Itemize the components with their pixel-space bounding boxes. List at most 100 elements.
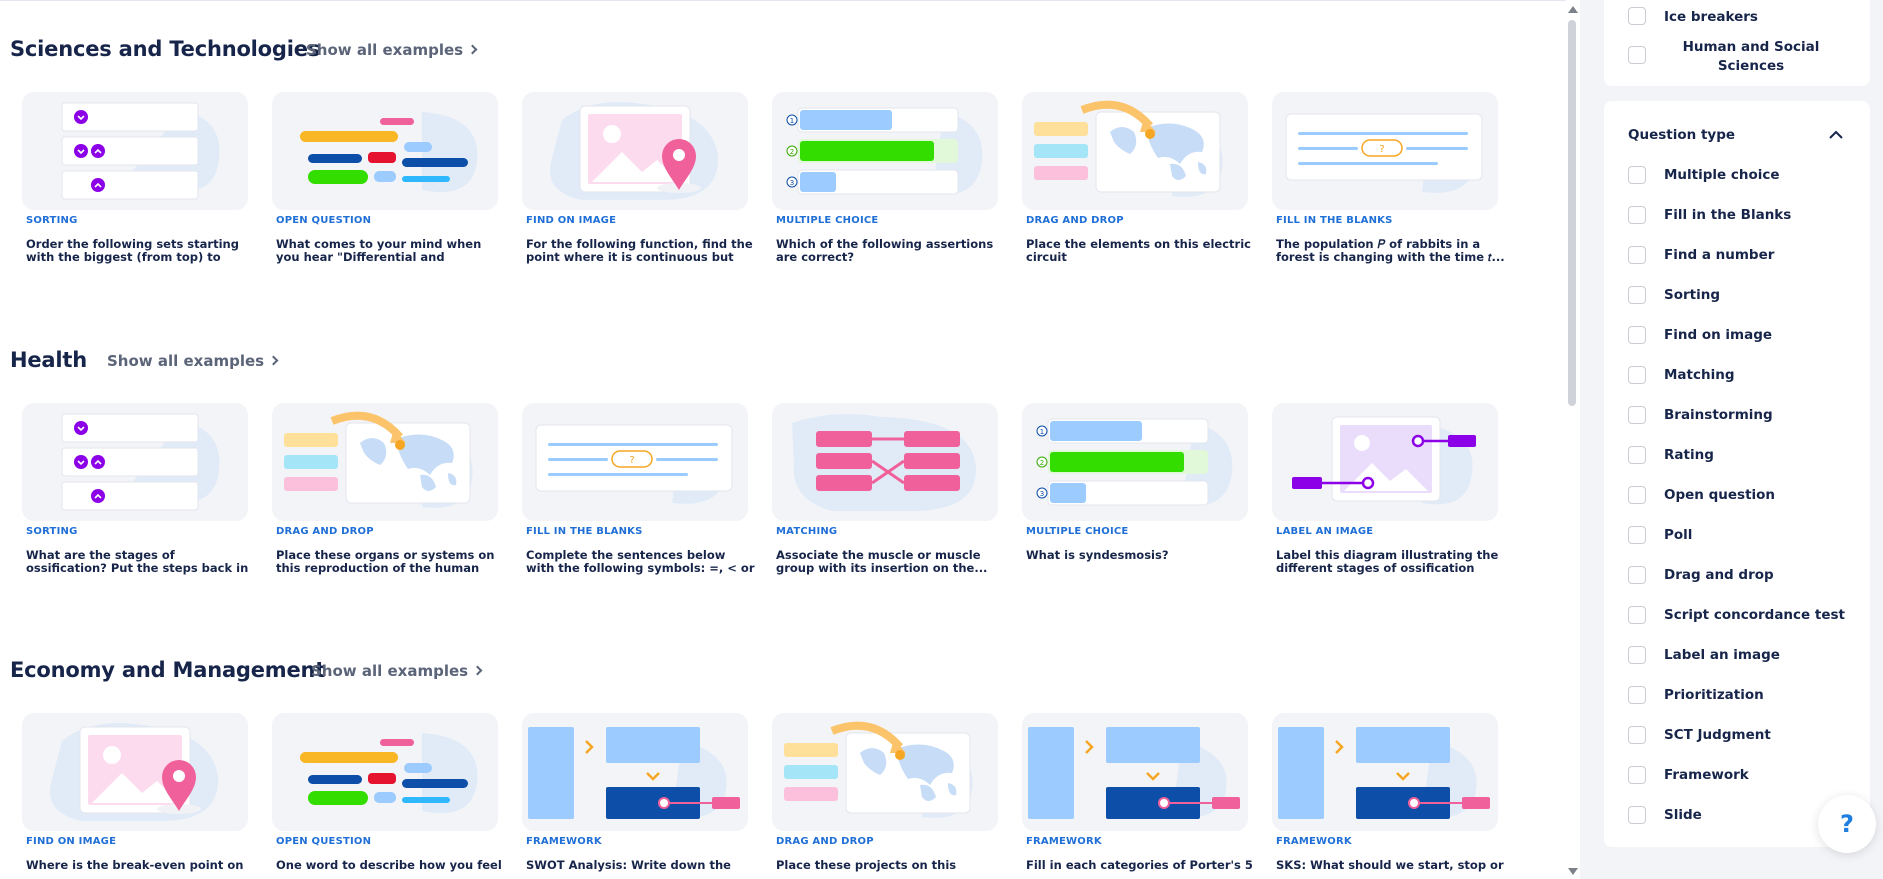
svg-text:?: ?: [629, 455, 634, 466]
checkbox[interactable]: [1628, 46, 1646, 64]
filter-label: Find on image: [1664, 327, 1773, 343]
checkbox[interactable]: [1628, 366, 1646, 384]
question-type-label: SORTING: [26, 215, 78, 226]
filter-option-sct-judgment[interactable]: SCT Judgment: [1604, 721, 1870, 749]
filter-option-multiple-choice[interactable]: Multiple choice: [1604, 161, 1870, 189]
checkbox[interactable]: [1628, 286, 1646, 304]
open-question-icon: [272, 713, 498, 831]
question-type-label: FILL IN THE BLANKS: [1276, 215, 1393, 226]
section-title: Health: [10, 348, 87, 372]
matching-icon: [772, 403, 998, 521]
chevron-right-icon: [268, 355, 279, 366]
svg-text:3: 3: [790, 179, 794, 187]
example-description: Order the following sets starting with t…: [26, 238, 239, 264]
checkbox[interactable]: [1628, 206, 1646, 224]
show-all-examples-link[interactable]: Show all examples: [311, 662, 483, 680]
example-card[interactable]: FIND ON IMAGE Where is the break-even poi…: [22, 713, 248, 879]
example-card[interactable]: OPEN QUESTION One word to describe how yo…: [272, 713, 502, 879]
checkbox[interactable]: [1628, 326, 1646, 344]
checkbox[interactable]: [1628, 766, 1646, 784]
checkbox[interactable]: [1628, 606, 1646, 624]
multiple-choice-icon: 1 2 3: [1022, 403, 1248, 521]
example-card[interactable]: LABEL AN IMAGE Label this diagram illustr…: [1272, 403, 1498, 583]
chevron-up-icon[interactable]: [1828, 127, 1844, 141]
example-card[interactable]: FIND ON IMAGE For the following function,…: [522, 92, 753, 272]
question-type-label: DRAG AND DROP: [776, 836, 874, 847]
example-description: What is syndesmosis?: [1026, 549, 1169, 562]
checkbox[interactable]: [1628, 566, 1646, 584]
example-description: SWOT Analysis: Write down the: [526, 859, 731, 872]
filter-topic-human-social-sciences[interactable]: Human and Social Sciences: [1604, 36, 1870, 76]
scrollbar-thumb[interactable]: [1568, 20, 1576, 406]
filter-label: Drag and drop: [1664, 567, 1774, 583]
filter-label: Framework: [1664, 767, 1749, 783]
filter-option-script-concordance-test[interactable]: Script concordance test: [1604, 601, 1870, 629]
filter-option-fill-in-the-blanks[interactable]: Fill in the Blanks: [1604, 201, 1870, 229]
filter-option-prioritization[interactable]: Prioritization: [1604, 681, 1870, 709]
filter-sidebar: Ice breakers Human and Social Sciences Q…: [1580, 0, 1883, 879]
filter-label: Matching: [1664, 367, 1735, 383]
example-card[interactable]: ? FILL IN THE BLANKS Complete the sentence…: [522, 403, 754, 583]
scroll-up-arrow[interactable]: [1568, 6, 1578, 13]
checkbox[interactable]: [1628, 7, 1646, 25]
example-card[interactable]: SORTING Order the following sets starting…: [22, 92, 248, 272]
filter-option-brainstorming[interactable]: Brainstorming: [1604, 401, 1870, 429]
example-card[interactable]: ? FILL IN THE BLANKS The population 𝑃 of r…: [1272, 92, 1505, 272]
example-card[interactable]: DRAG AND DROP Place these organs or syste…: [272, 403, 498, 583]
checkbox[interactable]: [1628, 646, 1646, 664]
open-question-icon: [272, 92, 498, 210]
question-type-label: SORTING: [26, 526, 78, 537]
show-all-examples-link[interactable]: Show all examples: [107, 352, 279, 370]
checkbox[interactable]: [1628, 526, 1646, 544]
example-card[interactable]: DRAG AND DROP Place the elements on this …: [1022, 92, 1251, 272]
example-card[interactable]: 1 2 3 MULTIPLE CHOICE Which of the following…: [772, 92, 998, 272]
multiple-choice-icon: 1 2 3: [772, 92, 998, 210]
svg-text:2: 2: [790, 148, 794, 156]
filter-label: SCT Judgment: [1664, 727, 1771, 743]
checkbox[interactable]: [1628, 446, 1646, 464]
checkbox[interactable]: [1628, 246, 1646, 264]
filter-option-sorting[interactable]: Sorting: [1604, 281, 1870, 309]
filter-label: Script concordance test: [1664, 607, 1845, 623]
show-all-examples-link[interactable]: Show all examples: [306, 41, 478, 59]
filter-option-drag-and-drop[interactable]: Drag and drop: [1604, 561, 1870, 589]
filter-option-open-question[interactable]: Open question: [1604, 481, 1870, 509]
filter-option-framework[interactable]: Framework: [1604, 761, 1870, 789]
svg-text:?: ?: [1379, 144, 1384, 155]
checkbox[interactable]: [1628, 686, 1646, 704]
example-card[interactable]: FRAMEWORK Fill in each categories of Port…: [1022, 713, 1253, 879]
filter-topic-ice-breakers[interactable]: Ice breakers: [1604, 2, 1870, 30]
filter-option-label-an-image[interactable]: Label an image: [1604, 641, 1870, 669]
example-card[interactable]: 1 2 3 MULTIPLE CHOICE What is syndesmosis?: [1022, 403, 1248, 583]
filter-label: Sorting: [1664, 287, 1721, 303]
filter-option-find-on-image[interactable]: Find on image: [1604, 321, 1870, 349]
question-type-label: MULTIPLE CHOICE: [1026, 526, 1129, 537]
scroll-down-arrow[interactable]: [1568, 868, 1578, 875]
filter-option-rating[interactable]: Rating: [1604, 441, 1870, 469]
checkbox[interactable]: [1628, 406, 1646, 424]
example-card[interactable]: MATCHING Associate the muscle or muscle g…: [772, 403, 998, 583]
section-title: Sciences and Technologies: [10, 37, 321, 61]
example-description: One word to describe how you feel: [276, 859, 502, 872]
section-sciences-and-technologies: Sciences and Technologies Show all exampl…: [0, 31, 1560, 281]
example-description: Associate the muscle or muscle group wit…: [776, 549, 988, 575]
example-description: Place these projects on this: [776, 859, 957, 872]
filter-label: Find a number: [1664, 247, 1775, 263]
checkbox[interactable]: [1628, 486, 1646, 504]
question-type-label: DRAG AND DROP: [276, 526, 374, 537]
example-card[interactable]: DRAG AND DROP Place these projects on thi…: [772, 713, 998, 879]
question-type-label: FIND ON IMAGE: [26, 836, 117, 847]
example-card[interactable]: FRAMEWORK SWOT Analysis: Write down the: [522, 713, 748, 879]
example-card[interactable]: SORTING What are the stages of ossificati…: [22, 403, 248, 583]
help-button[interactable]: ?: [1818, 795, 1876, 853]
checkbox[interactable]: [1628, 806, 1646, 824]
filter-option-poll[interactable]: Poll: [1604, 521, 1870, 549]
example-card[interactable]: FRAMEWORK SKS: What should we start, stop…: [1272, 713, 1504, 879]
checkbox[interactable]: [1628, 166, 1646, 184]
example-description: Label this diagram illustrating the diff…: [1276, 549, 1499, 575]
svg-text:2: 2: [1040, 459, 1044, 467]
filter-option-matching[interactable]: Matching: [1604, 361, 1870, 389]
filter-option-find-a-number[interactable]: Find a number: [1604, 241, 1870, 269]
checkbox[interactable]: [1628, 726, 1646, 744]
example-card[interactable]: OPEN QUESTION What comes to your mind whe…: [272, 92, 498, 272]
